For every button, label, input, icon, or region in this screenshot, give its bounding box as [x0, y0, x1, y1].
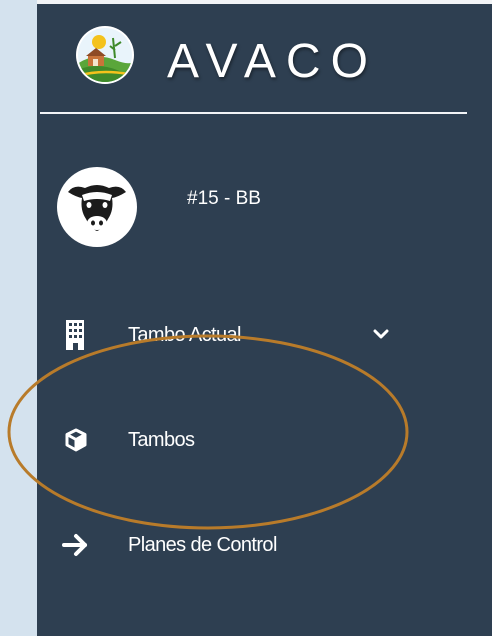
- sidebar-item-label: Tambo Actual: [128, 324, 241, 346]
- chevron-down-icon[interactable]: [372, 327, 390, 341]
- sidebar-item-tambo-actual[interactable]: Tambo Actual: [37, 310, 492, 360]
- cow-head-icon: [68, 185, 126, 231]
- cube-icon: [65, 428, 87, 452]
- user-panel[interactable]: #15 - BB: [37, 150, 492, 250]
- building-icon: [66, 320, 84, 350]
- sidebar-item-label: Tambos: [128, 429, 195, 451]
- sidebar-item-planes-de-control[interactable]: Planes de Control: [37, 520, 492, 570]
- brand-name: AVACO: [167, 35, 378, 88]
- sidebar: AVACO #15 - BB Tambo Actual Tambos Plane…: [37, 0, 492, 636]
- brand-divider: [40, 112, 467, 114]
- avatar: [57, 167, 137, 247]
- arrow-right-icon: [62, 534, 87, 556]
- farm-logo-icon: [76, 26, 134, 84]
- brand-header[interactable]: AVACO: [37, 4, 492, 114]
- sidebar-item-label: Planes de Control: [128, 534, 277, 556]
- user-name: #15 - BB: [187, 188, 261, 209]
- sidebar-item-tambos[interactable]: Tambos: [37, 415, 492, 465]
- page: AVACO #15 - BB Tambo Actual Tambos Plane…: [0, 0, 492, 636]
